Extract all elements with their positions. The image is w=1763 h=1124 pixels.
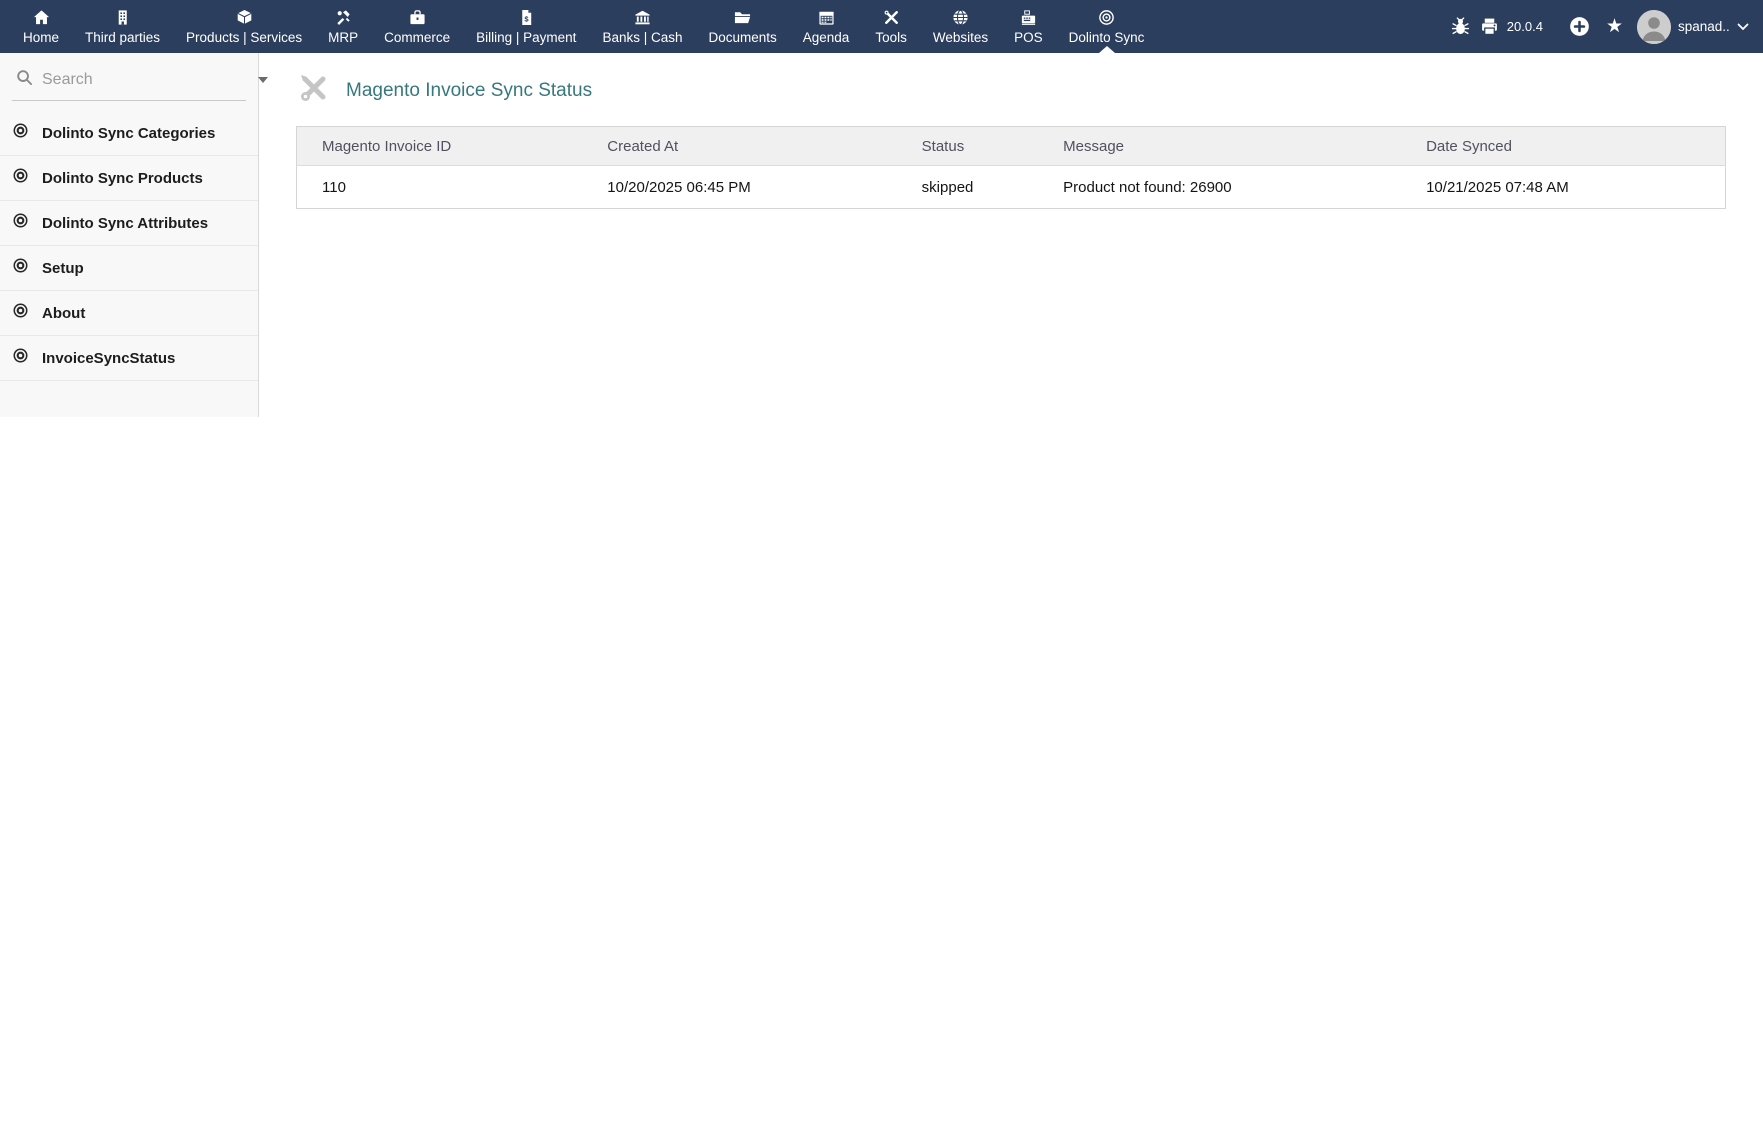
quick-add-icon[interactable]: [1569, 16, 1590, 37]
col-created-at: Created At: [582, 126, 897, 166]
left-sidebar: Dolinto Sync Categories Dolinto Sync Pro…: [0, 53, 268, 417]
target-icon: [12, 302, 29, 324]
tab-label: Websites: [932, 29, 989, 45]
sidebar-item-label: Dolinto Sync Products: [42, 169, 203, 187]
table-row: 110 10/20/2025 06:45 PM skipped Product …: [296, 165, 1726, 209]
sidebar-item-label: Setup: [42, 259, 84, 277]
target-icon: [12, 167, 29, 189]
topbar-right-tools: 20.0.4 ★ spanad...: [1451, 0, 1763, 53]
page-title: Magento Invoice Sync Status: [346, 79, 593, 101]
tab-dolinto-sync[interactable]: Dolinto Sync: [1056, 0, 1158, 53]
sidebar-item-invoicesyncstatus[interactable]: InvoiceSyncStatus: [0, 336, 258, 381]
tab-agenda[interactable]: Agenda: [790, 0, 863, 53]
tab-commerce[interactable]: Commerce: [371, 0, 463, 53]
main-content: Magento Invoice Sync Status Magento Invo…: [259, 53, 1763, 209]
tab-websites[interactable]: Websites: [920, 0, 1001, 53]
col-status: Status: [896, 126, 1039, 166]
cell-magento-invoice-id: 110: [296, 165, 583, 209]
version-label: 20.0.4: [1506, 19, 1543, 34]
sidebar-item-dolinto-sync-categories[interactable]: Dolinto Sync Categories: [0, 111, 258, 156]
tab-label: Third parties: [85, 29, 161, 45]
cell-status: skipped: [896, 165, 1039, 209]
top-menu-bar: Home Third parties Products | Services M…: [0, 0, 1763, 53]
sidebar-item-setup[interactable]: Setup: [0, 246, 258, 291]
bullseye-icon: [1098, 9, 1115, 27]
tab-label: Products | Services: [186, 29, 303, 45]
search-icon: [16, 69, 33, 91]
cube-icon: [236, 9, 253, 27]
home-icon: [33, 9, 50, 27]
sidebar-menu: Dolinto Sync Categories Dolinto Sync Pro…: [0, 111, 258, 381]
bookmark-star-icon[interactable]: ★: [1606, 17, 1623, 36]
user-name: spanad...: [1678, 19, 1730, 34]
table-header: Magento Invoice ID Created At Status Mes…: [296, 126, 1726, 166]
col-magento-invoice-id: Magento Invoice ID: [296, 126, 583, 166]
tab-label: Commerce: [384, 29, 451, 45]
tab-home[interactable]: Home: [10, 0, 72, 53]
briefcase-icon: [409, 9, 426, 27]
tools-icon: [883, 9, 900, 27]
col-date-synced: Date Synced: [1401, 126, 1726, 166]
sidebar-item-label: About: [42, 304, 86, 322]
print-icon[interactable]: [1480, 17, 1499, 36]
tab-label: Documents: [708, 29, 777, 45]
tab-label: POS: [1014, 29, 1043, 45]
target-icon: [12, 257, 29, 279]
debug-bug-icon[interactable]: [1451, 17, 1470, 36]
user-menu[interactable]: spanad...: [1637, 9, 1749, 44]
chevron-down-icon: [1737, 18, 1749, 36]
bank-icon: [634, 9, 651, 27]
tab-pos[interactable]: POS: [1001, 0, 1056, 53]
tab-products-services[interactable]: Products | Services: [173, 0, 315, 53]
tab-third-parties[interactable]: Third parties: [72, 0, 173, 53]
tab-tools[interactable]: Tools: [862, 0, 920, 53]
avatar: [1637, 9, 1671, 44]
cell-date-synced: 10/21/2025 07:48 AM: [1401, 165, 1726, 209]
tab-billing-payment[interactable]: $ Billing | Payment: [463, 0, 589, 53]
tab-label: Dolinto Sync: [1068, 29, 1145, 45]
calendar-icon: [818, 9, 835, 27]
col-message: Message: [1038, 126, 1402, 166]
cash-register-icon: [1020, 9, 1037, 27]
invoice-icon: $: [518, 9, 535, 27]
globe-icon: [952, 9, 969, 27]
tab-label: Agenda: [802, 29, 850, 45]
tab-label: MRP: [328, 29, 359, 45]
sidebar-item-about[interactable]: About: [0, 291, 258, 336]
sidebar-item-label: InvoiceSyncStatus: [42, 349, 176, 367]
page-header: Magento Invoice Sync Status: [297, 71, 1763, 110]
folder-icon: [734, 9, 751, 27]
target-icon: [12, 212, 29, 234]
sidebar-item-dolinto-sync-products[interactable]: Dolinto Sync Products: [0, 156, 258, 201]
sidebar-item-label: Dolinto Sync Attributes: [42, 214, 209, 232]
tab-label: Banks | Cash: [602, 29, 683, 45]
cell-created-at: 10/20/2025 06:45 PM: [582, 165, 897, 209]
tab-label: Billing | Payment: [476, 29, 577, 45]
target-icon: [12, 347, 29, 369]
crossed-tools-icon: [297, 71, 331, 110]
building-icon: [114, 9, 131, 27]
tab-documents[interactable]: Documents: [695, 0, 789, 53]
tab-label: Home: [23, 29, 60, 45]
search-input[interactable]: [42, 71, 249, 89]
sidebar-item-label: Dolinto Sync Categories: [42, 124, 216, 142]
active-menu-caret: [1098, 46, 1115, 53]
hammer-icon: [335, 9, 352, 27]
sidebar-search: [12, 69, 268, 101]
target-icon: [12, 122, 29, 144]
top-menu-tabs: Home Third parties Products | Services M…: [0, 0, 1157, 53]
tab-banks-cash[interactable]: Banks | Cash: [589, 0, 695, 53]
tab-label: Tools: [875, 29, 907, 45]
cell-message: Product not found: 26900: [1038, 165, 1402, 209]
tab-mrp[interactable]: MRP: [315, 0, 371, 53]
invoice-sync-table: Magento Invoice ID Created At Status Mes…: [296, 126, 1726, 209]
sidebar-item-dolinto-sync-attributes[interactable]: Dolinto Sync Attributes: [0, 201, 258, 246]
